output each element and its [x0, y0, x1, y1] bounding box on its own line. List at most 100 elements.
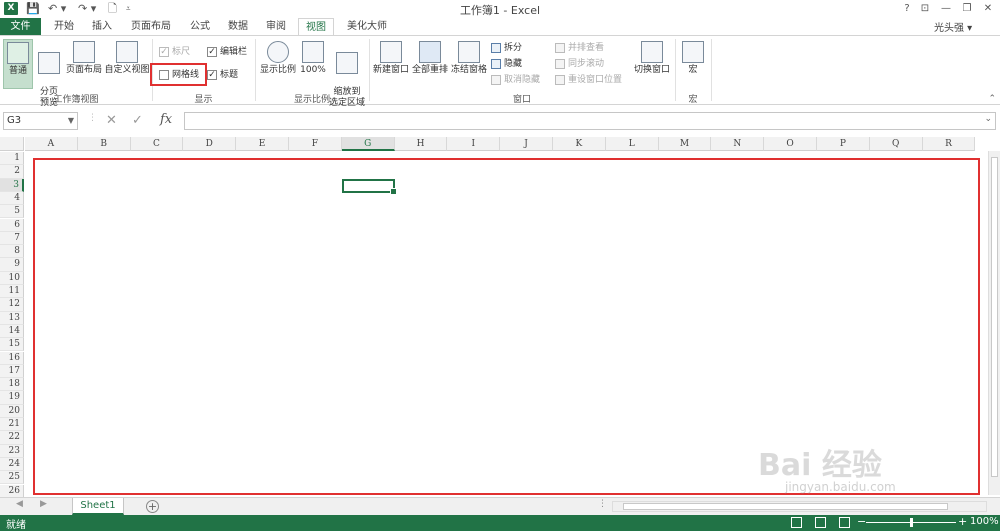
tab-insert[interactable]: 插入: [86, 18, 118, 35]
view-side-by-side-button[interactable]: 并排查看: [555, 41, 604, 55]
new-window-button[interactable]: 新建窗口: [372, 39, 410, 89]
row-header[interactable]: 26: [0, 484, 24, 498]
switch-windows-button[interactable]: 切换窗口: [631, 39, 673, 97]
enter-icon[interactable]: ✓: [132, 113, 143, 128]
page-break-preview-button[interactable]: 分页 预览: [35, 39, 63, 108]
tab-split-handle[interactable]: ⋮: [598, 499, 607, 509]
row-header[interactable]: 11: [0, 285, 24, 299]
column-header[interactable]: B: [77, 137, 131, 151]
row-header[interactable]: 2: [0, 165, 24, 179]
column-header[interactable]: C: [130, 137, 184, 151]
name-box[interactable]: G3 ▼: [3, 112, 78, 130]
zoom-percentage[interactable]: 100%: [970, 516, 999, 527]
zoom-100-button[interactable]: 100%: [300, 39, 326, 89]
hide-button[interactable]: 隐藏: [491, 57, 522, 71]
column-header[interactable]: F: [289, 137, 342, 151]
expand-formula-bar-icon[interactable]: ⌄: [984, 114, 992, 124]
headings-checkbox[interactable]: ✓ 标题: [207, 68, 238, 82]
row-header[interactable]: 15: [0, 338, 24, 352]
tab-formulas[interactable]: 公式: [184, 18, 216, 35]
close-icon[interactable]: ✕: [979, 1, 997, 16]
cancel-icon[interactable]: ✕: [106, 113, 117, 128]
tab-view[interactable]: 视图: [298, 18, 334, 36]
formula-bar-checkbox[interactable]: ✓ 编辑栏: [207, 45, 247, 59]
page-break-status-icon[interactable]: [839, 517, 850, 528]
zoom-to-selection-button[interactable]: 缩放到 选定区域: [328, 39, 366, 108]
page-layout-view-button[interactable]: 页面布局: [65, 39, 103, 89]
ribbon-display-options-icon[interactable]: ⊡: [916, 1, 934, 16]
row-header[interactable]: 25: [0, 471, 24, 485]
row-header[interactable]: 6: [0, 218, 24, 232]
row-header[interactable]: 13: [0, 311, 24, 325]
horizontal-scrollbar[interactable]: [612, 501, 987, 512]
column-header[interactable]: H: [394, 137, 448, 151]
chevron-down-icon[interactable]: ▼: [68, 113, 74, 129]
tab-data[interactable]: 数据: [222, 18, 254, 35]
column-header[interactable]: J: [500, 137, 553, 151]
row-header[interactable]: 17: [0, 364, 24, 379]
reset-window-position-button[interactable]: 重设窗口位置: [555, 73, 622, 87]
normal-view-status-icon[interactable]: [791, 517, 802, 528]
split-button[interactable]: 拆分: [491, 41, 522, 55]
row-header[interactable]: 3: [0, 178, 24, 192]
row-header[interactable]: 4: [0, 191, 24, 206]
tab-review[interactable]: 审阅: [260, 18, 292, 35]
ruler-checkbox[interactable]: ✓ 标尺: [159, 45, 190, 59]
column-header[interactable]: N: [711, 137, 765, 151]
sheet-tab-sheet1[interactable]: Sheet1: [72, 498, 124, 515]
column-header[interactable]: G: [341, 137, 395, 151]
insert-function-icon[interactable]: fx: [160, 112, 172, 127]
restore-icon[interactable]: ❐: [958, 1, 976, 16]
zoom-button[interactable]: 显示比例: [258, 39, 298, 89]
column-header[interactable]: L: [605, 137, 659, 151]
row-header[interactable]: 7: [0, 231, 24, 246]
column-header[interactable]: I: [447, 137, 501, 151]
custom-views-button[interactable]: 自定义视图: [104, 39, 150, 89]
next-sheet-icon[interactable]: ▶: [40, 499, 47, 509]
row-header[interactable]: 16: [0, 351, 24, 365]
vertical-scroll-thumb[interactable]: [991, 157, 998, 477]
row-header[interactable]: 22: [0, 431, 24, 445]
collapse-ribbon-icon[interactable]: ⌃: [988, 94, 996, 104]
row-header[interactable]: 23: [0, 444, 24, 458]
row-header[interactable]: 21: [0, 418, 24, 432]
freeze-panes-button[interactable]: 冻结窗格: [450, 39, 488, 97]
tab-file[interactable]: 文件: [0, 18, 41, 35]
arrange-all-button[interactable]: 全部重排: [411, 39, 449, 89]
zoom-in-icon[interactable]: +: [958, 515, 967, 528]
page-layout-status-icon[interactable]: [815, 517, 826, 528]
normal-view-button[interactable]: 普通: [3, 39, 33, 89]
zoom-slider-thumb[interactable]: [910, 518, 913, 527]
column-header[interactable]: E: [236, 137, 289, 151]
column-header[interactable]: M: [658, 137, 712, 151]
vertical-scrollbar[interactable]: [988, 151, 1000, 495]
column-header[interactable]: R: [922, 137, 976, 151]
horizontal-scroll-thumb[interactable]: [623, 503, 948, 510]
tab-home[interactable]: 开始: [48, 18, 80, 35]
formula-input[interactable]: ⌄: [184, 112, 996, 130]
prev-sheet-icon[interactable]: ◀: [16, 499, 23, 509]
row-header[interactable]: 10: [0, 271, 24, 285]
row-header[interactable]: 20: [0, 404, 24, 418]
unhide-button[interactable]: 取消隐藏: [491, 73, 540, 87]
row-header[interactable]: 14: [0, 324, 24, 339]
row-header[interactable]: 8: [0, 245, 24, 259]
column-header[interactable]: P: [817, 137, 870, 151]
synchronous-scrolling-button[interactable]: 同步滚动: [555, 57, 604, 71]
column-header[interactable]: Q: [869, 137, 923, 151]
minimize-icon[interactable]: —: [937, 1, 955, 16]
row-header[interactable]: 24: [0, 457, 24, 472]
select-all-corner[interactable]: [0, 137, 24, 151]
zoom-out-icon[interactable]: −: [857, 515, 866, 528]
row-header[interactable]: 12: [0, 298, 24, 312]
row-header[interactable]: 18: [0, 378, 24, 392]
user-account[interactable]: 光头强 ▾: [934, 19, 972, 34]
row-header[interactable]: 9: [0, 258, 24, 272]
help-icon[interactable]: ?: [898, 1, 916, 16]
row-header[interactable]: 5: [0, 205, 24, 219]
column-header[interactable]: A: [25, 137, 78, 151]
tab-page-layout[interactable]: 页面布局: [128, 18, 174, 35]
add-sheet-icon[interactable]: +: [146, 500, 159, 513]
column-header[interactable]: D: [183, 137, 237, 151]
column-header[interactable]: O: [764, 137, 817, 151]
